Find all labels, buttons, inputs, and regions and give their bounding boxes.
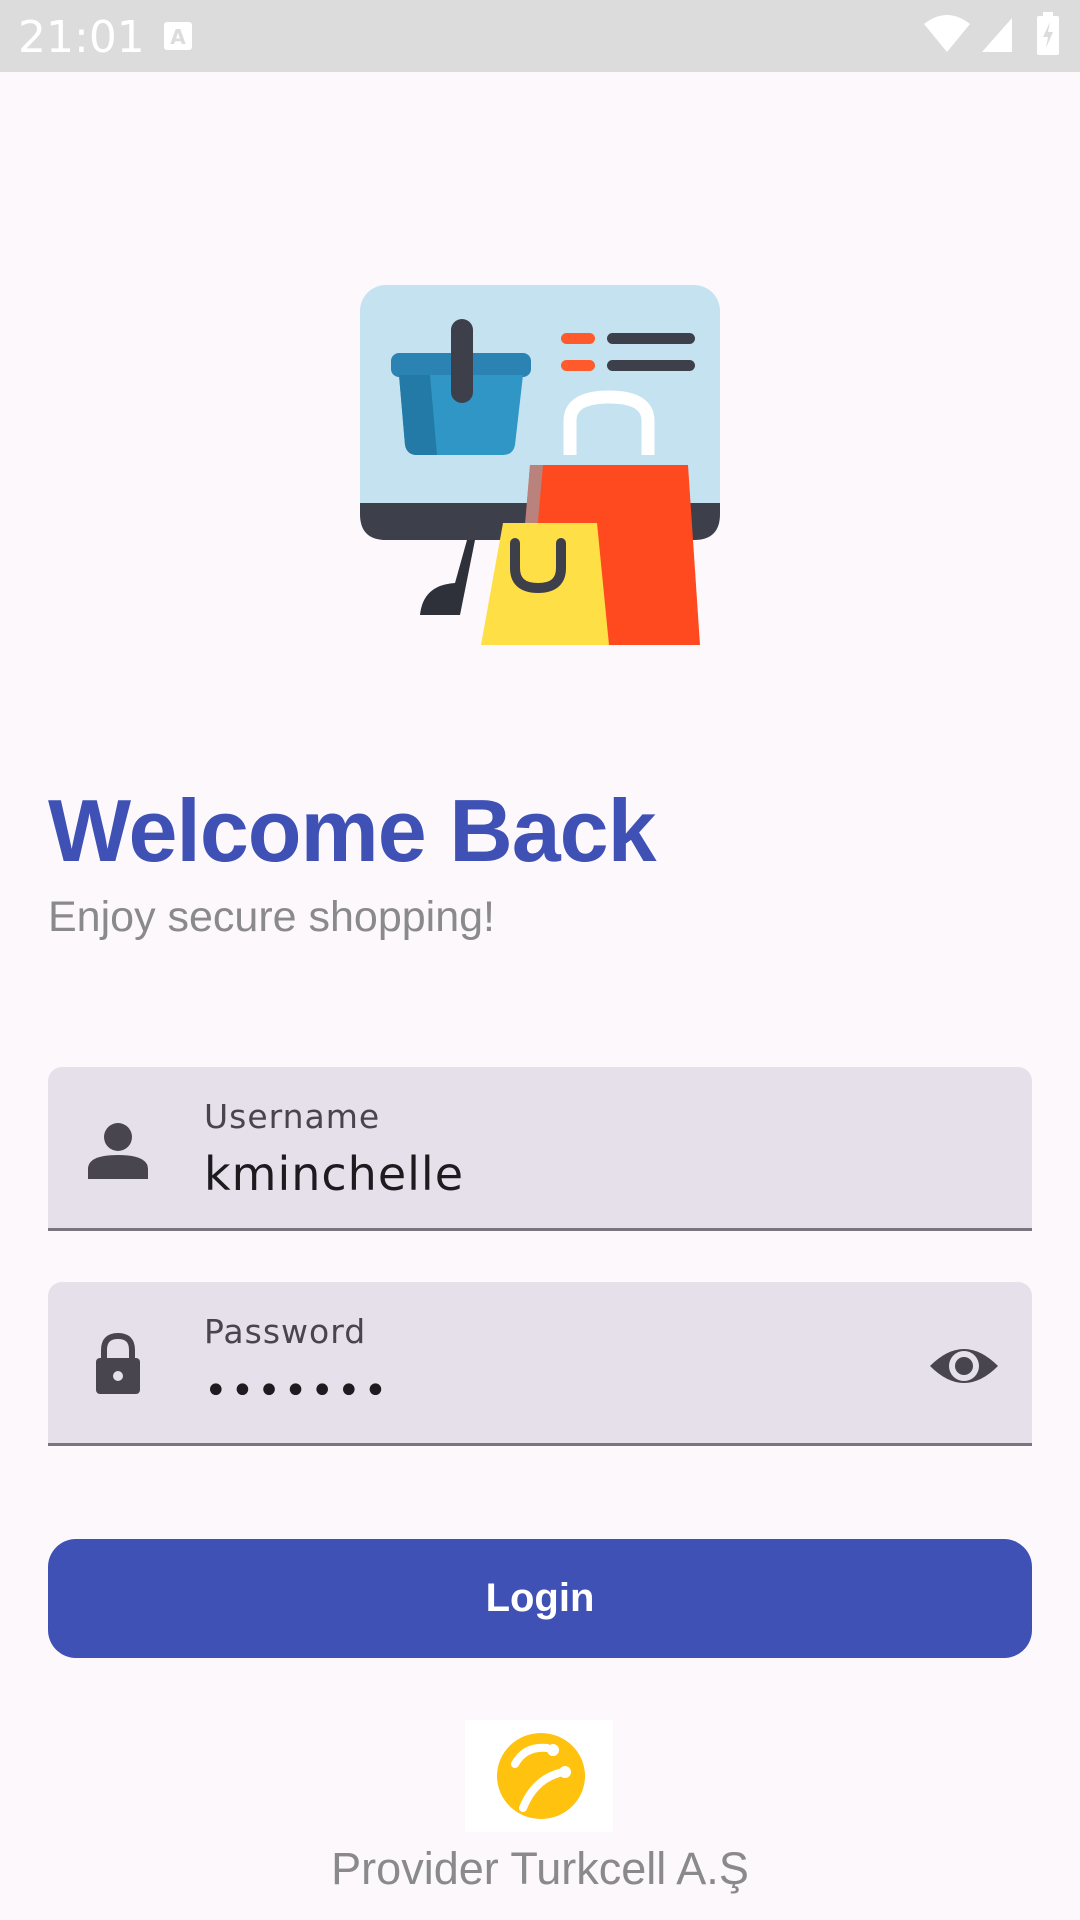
a-notification-icon: A bbox=[164, 22, 192, 50]
password-label: Password bbox=[204, 1312, 367, 1351]
wifi-icon bbox=[924, 15, 970, 52]
provider-text: Provider Turkcell A.Ş bbox=[331, 1843, 749, 1894]
turkcell-logo-icon bbox=[465, 1720, 613, 1832]
eye-icon[interactable] bbox=[926, 1328, 1002, 1404]
page-title: Welcome Back bbox=[48, 781, 657, 880]
username-label: Username bbox=[204, 1097, 381, 1136]
lock-icon bbox=[96, 1332, 140, 1394]
password-value[interactable]: ••••••• bbox=[204, 1368, 390, 1414]
page-subtitle: Enjoy secure shopping! bbox=[48, 893, 496, 941]
battery-charging-icon bbox=[1037, 12, 1059, 55]
shopping-illustration-icon bbox=[360, 285, 720, 645]
status-time: 21:01 bbox=[18, 12, 145, 63]
signal-icon bbox=[982, 18, 1012, 52]
username-field[interactable]: Username kminchelle bbox=[48, 1067, 1032, 1231]
person-icon bbox=[88, 1123, 148, 1179]
login-button[interactable]: Login bbox=[48, 1539, 1032, 1658]
status-bar: 21:01 A bbox=[0, 0, 1080, 72]
username-value[interactable]: kminchelle bbox=[204, 1147, 464, 1201]
password-field[interactable]: Password ••••••• bbox=[48, 1282, 1032, 1446]
svg-text:A: A bbox=[170, 25, 186, 49]
